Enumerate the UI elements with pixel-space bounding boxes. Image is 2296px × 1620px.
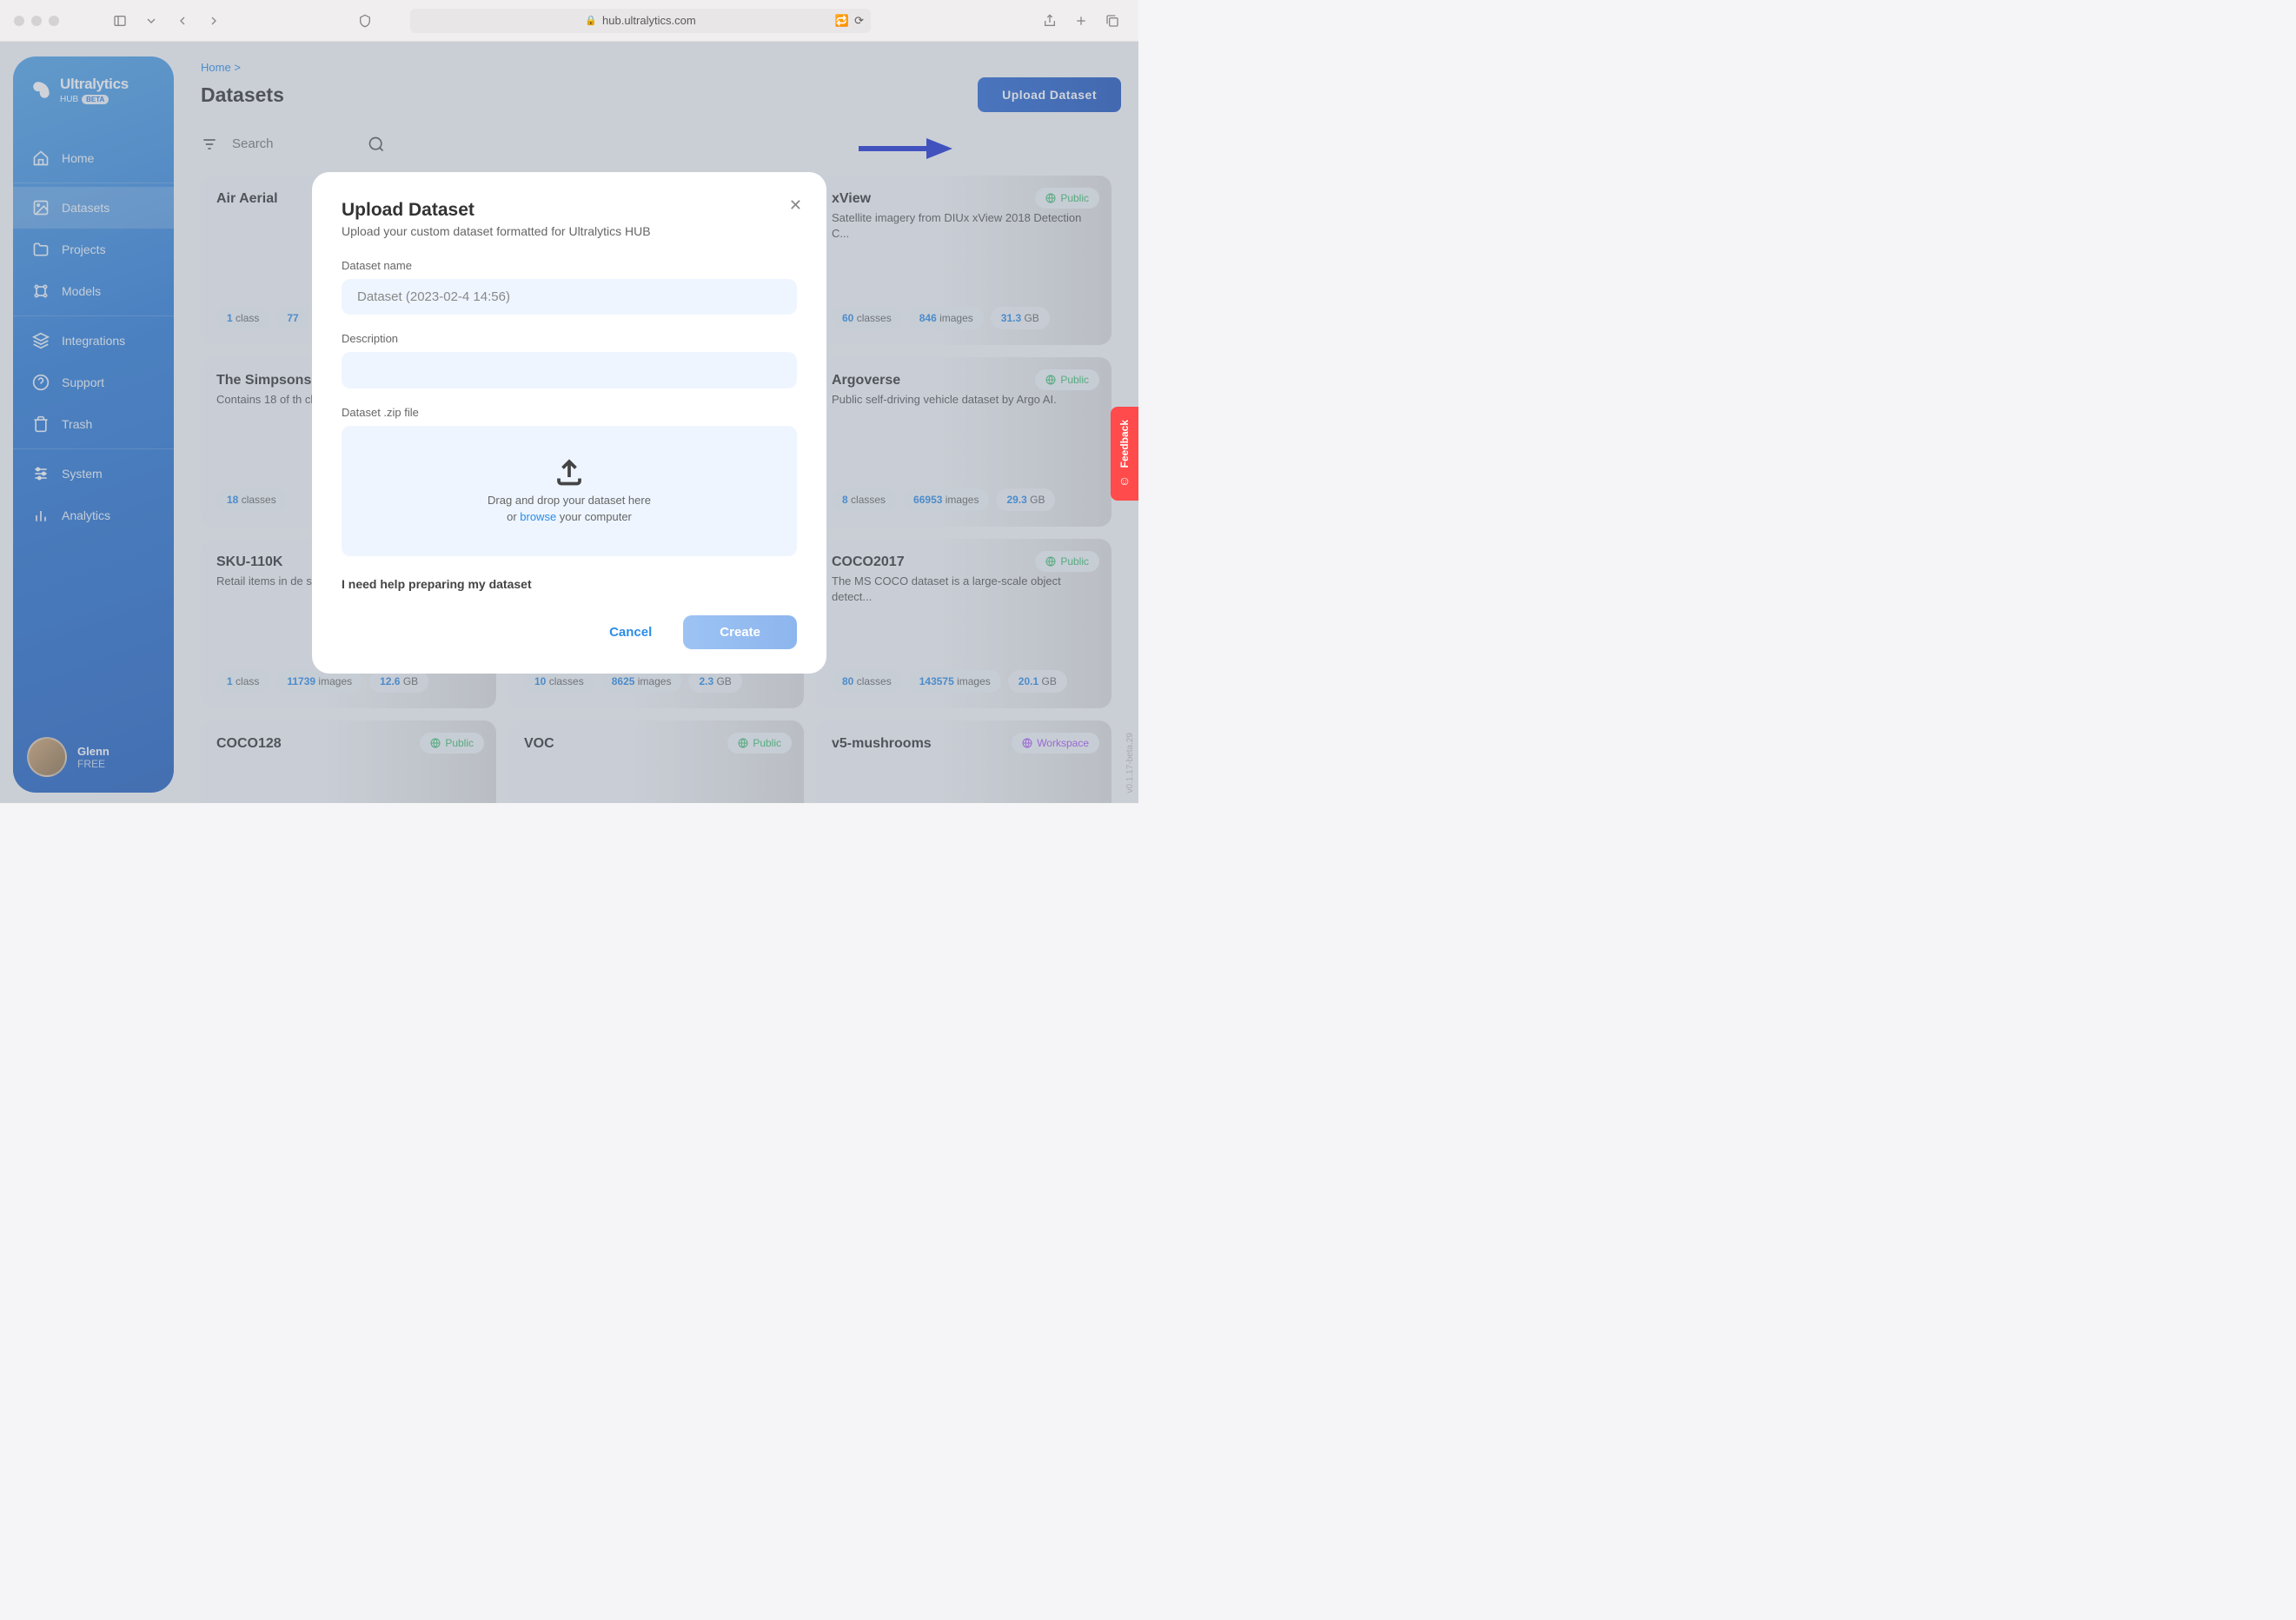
browser-chrome: 🔒 hub.ultralytics.com 🔁 ⟳	[0, 0, 1138, 42]
upload-dataset-modal: ✕ Upload Dataset Upload your custom data…	[312, 172, 826, 674]
help-link[interactable]: I need help preparing my dataset	[342, 577, 797, 591]
dataset-name-input[interactable]	[342, 279, 797, 315]
chevron-down-icon[interactable]	[139, 9, 163, 33]
create-button[interactable]: Create	[683, 615, 797, 649]
shield-icon[interactable]	[353, 9, 377, 33]
tabs-icon[interactable]	[1100, 9, 1125, 33]
description-label: Description	[342, 332, 797, 345]
upload-icon	[554, 456, 585, 488]
feedback-label: Feedback	[1118, 420, 1131, 468]
browse-link[interactable]: browse	[520, 510, 556, 523]
translate-icon[interactable]: 🔁	[835, 14, 849, 28]
cancel-button[interactable]: Cancel	[590, 615, 671, 649]
reload-icon[interactable]: ⟳	[854, 14, 864, 28]
dropzone-text: Drag and drop your dataset here or brows…	[488, 493, 651, 524]
maximize-dot[interactable]	[49, 16, 59, 26]
app-root: Ultralytics HUB BETA Home Datasets Proje…	[0, 42, 1138, 803]
description-input[interactable]	[342, 352, 797, 388]
sidebar-toggle-icon[interactable]	[108, 9, 132, 33]
zip-label: Dataset .zip file	[342, 406, 797, 419]
share-icon[interactable]	[1038, 9, 1062, 33]
url-text: hub.ultralytics.com	[602, 14, 696, 27]
address-bar[interactable]: 🔒 hub.ultralytics.com 🔁 ⟳	[410, 9, 871, 33]
lock-icon: 🔒	[585, 15, 597, 26]
version-text: v0.1.17-beta.29	[1125, 733, 1135, 793]
modal-subtitle: Upload your custom dataset formatted for…	[342, 224, 797, 238]
traffic-lights	[14, 16, 59, 26]
close-icon[interactable]: ✕	[789, 196, 802, 215]
name-label: Dataset name	[342, 259, 797, 272]
back-icon[interactable]	[170, 9, 195, 33]
modal-title: Upload Dataset	[342, 200, 797, 221]
minimize-dot[interactable]	[31, 16, 42, 26]
close-dot[interactable]	[14, 16, 24, 26]
forward-icon[interactable]	[202, 9, 226, 33]
dropzone[interactable]: Drag and drop your dataset here or brows…	[342, 426, 797, 556]
feedback-tab[interactable]: Feedback ☺	[1111, 407, 1138, 501]
modal-overlay[interactable]: ✕ Upload Dataset Upload your custom data…	[0, 42, 1138, 803]
new-tab-icon[interactable]	[1069, 9, 1093, 33]
smile-icon: ☺	[1118, 474, 1131, 488]
